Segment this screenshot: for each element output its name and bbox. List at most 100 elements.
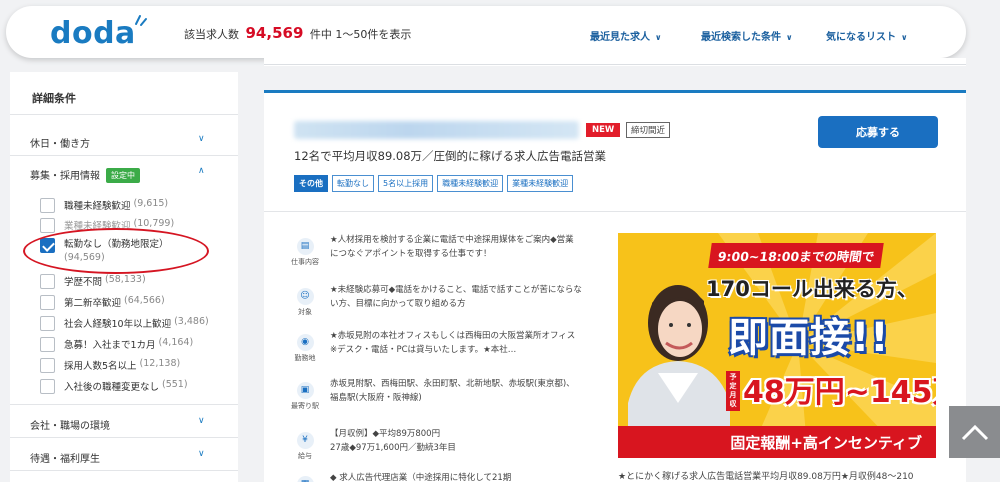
option-second-graduate[interactable]: 第二新卒歓迎 (64,566) (40, 295, 165, 310)
option-5plus-hires[interactable]: 採用人数5名以上 (12,138) (40, 358, 180, 373)
nav-recent-jobs[interactable]: 最近見た求人 ∨ (590, 28, 662, 43)
tag: 5名以上採用 (378, 175, 434, 192)
option-no-education[interactable]: 学歴不問 (58,133) (40, 274, 146, 289)
tag-list: その他 転勤なし 5名以上採用 職種未経験歓迎 業種未経験歓迎 (294, 175, 574, 192)
salary-label: 予定月収 (726, 371, 740, 411)
chevron-down-icon: ∨ (786, 33, 793, 42)
count-suffix: 件中 1～50件を表示 (309, 28, 412, 41)
divider (264, 211, 966, 212)
detail-text: 赤坂見附駅、西梅田駅、永田町駅、北新地駅、赤坂駅(東京都)、福島駅(大阪府・阪神… (330, 379, 575, 403)
option-label: 第二新卒歓迎 (64, 298, 122, 309)
option-10yr-experience[interactable]: 社会人経験10年以上歓迎 (3,486) (40, 316, 209, 331)
divider (10, 404, 238, 405)
apply-button[interactable]: 応募する (818, 116, 938, 148)
section-holidays[interactable]: 休日・働き方 (30, 135, 90, 150)
divider (10, 437, 238, 438)
tag: 業種未経験歓迎 (507, 175, 574, 192)
checkbox[interactable] (40, 295, 55, 310)
section-environment[interactable]: 会社・職場の環境 (30, 417, 110, 432)
filter-sidebar: 詳細条件 休日・働き方 ∨ 募集・採用情報 設定中 ∧ 職種未経験歓迎 (9,615… (10, 72, 238, 482)
checkbox[interactable] (40, 358, 55, 373)
checkbox[interactable] (40, 198, 55, 213)
option-count: (58,133) (105, 274, 146, 285)
checkbox[interactable] (40, 316, 55, 331)
back-to-top-button[interactable] (949, 406, 1000, 458)
checkbox[interactable] (40, 218, 55, 233)
section-recruit-label: 募集・採用情報 (30, 171, 100, 182)
job-card: NEW 締切間近 応募する 12名で平均月収89.08万／圧倒的に稼げる求人広告… (264, 90, 966, 482)
checkbox[interactable] (40, 337, 55, 352)
highlight-annotation (23, 228, 209, 274)
person-icon: ☺ (296, 288, 314, 305)
job-banner-image[interactable]: 9:00~18:00までの時間で 170コール出来る方、 即面接!! 予定月収 … (618, 233, 936, 458)
detail-text: ◆ 求人広告代理店業（中途採用に特化して21期 (330, 473, 512, 482)
new-badge: NEW (586, 123, 621, 137)
nav-recent-jobs-label: 最近見た求人 (590, 32, 650, 43)
count-prefix: 該当求人数 (184, 28, 239, 41)
checkbox[interactable] (40, 274, 55, 289)
banner-headline: 9:00~18:00までの時間で (708, 243, 885, 268)
doda-logo[interactable]: doda (50, 16, 136, 51)
chevron-down-icon[interactable]: ∨ (198, 416, 205, 426)
option-label: 学歴不問 (64, 277, 103, 288)
option-count: (3,486) (174, 316, 209, 327)
result-count: 該当求人数 94,569 件中 1～50件を表示 (184, 24, 411, 42)
divider (10, 114, 238, 115)
job-title[interactable]: 12名で平均月収89.08万／圧倒的に稼げる求人広告電話営業 (294, 148, 606, 164)
briefcase-icon: ▤ (296, 238, 314, 255)
option-count: (64,566) (124, 295, 165, 306)
nav-favorites-label: 気になるリスト (826, 32, 896, 43)
banner-subhead: 170コール出来る方、 (706, 277, 918, 301)
detail-label: 給与 (298, 452, 312, 460)
nav-recent-searches[interactable]: 最近検索した条件 ∨ (701, 28, 793, 43)
sidebar-title: 詳細条件 (32, 92, 76, 105)
company-name-blurred[interactable] (294, 121, 579, 139)
detail-label: 勤務地 (294, 354, 316, 362)
detail-text: ★赤坂見附の本社オフィスもしくは西梅田の大阪営業所オフィス※デスク・電話・PCは… (330, 331, 576, 355)
chevron-down-icon[interactable]: ∨ (198, 134, 205, 144)
option-label: 職種未経験歓迎 (64, 201, 131, 212)
section-recruit[interactable]: 募集・採用情報 設定中 (30, 167, 140, 183)
yen-icon: ¥ (296, 432, 314, 449)
chevron-down-icon: ∨ (901, 33, 908, 42)
checkbox[interactable] (40, 379, 55, 394)
option-count: (551) (162, 379, 188, 390)
option-job-inexperienced[interactable]: 職種未経験歓迎 (9,615) (40, 198, 168, 213)
divider (10, 470, 238, 471)
divider (10, 155, 238, 156)
section-benefits[interactable]: 待遇・福利厚生 (30, 450, 100, 465)
banner-salary: 予定月収 48万円~145万円 (726, 367, 936, 411)
banner-catchphrase: 即面接!! (728, 315, 890, 361)
option-count: (10,799) (133, 218, 175, 229)
option-urgent[interactable]: 急募！入社まで1カ月 (4,164) (40, 337, 193, 352)
detail-text: ★人材採用を検討する企業に電話で中途採用媒体をご案内◆営業につなぐアポイントを取… (330, 235, 574, 259)
detail-text: ★未経験応募可◆電話をかけること、電話で話すことが苦にならない方、目標に向かって… (330, 285, 582, 309)
option-label: 急募！入社まで1カ月 (64, 340, 156, 351)
count-value: 94,569 (245, 24, 304, 42)
option-label: 入社後の職種変更なし (64, 382, 160, 393)
salary-range: 48万円~145万円 (743, 375, 936, 410)
detail-label: 対象 (298, 308, 312, 316)
deadline-badge: 締切間近 (626, 122, 671, 138)
option-count: (4,164) (158, 337, 194, 348)
chevron-down-icon: ∨ (655, 33, 662, 42)
location-icon: ◉ (296, 334, 314, 351)
option-no-job-change[interactable]: 入社後の職種変更なし (551) (40, 379, 188, 394)
option-count: (12,138) (139, 358, 181, 369)
banner-footer: 固定報酬+高インセンティブ (618, 426, 936, 458)
option-label: 採用人数5名以上 (64, 361, 137, 372)
active-badge: 設定中 (106, 168, 140, 183)
tag: その他 (294, 175, 328, 192)
detail-label: 仕事内容 (291, 258, 319, 266)
option-count: (9,615) (133, 198, 169, 209)
tag: 職種未経験歓迎 (437, 175, 504, 192)
option-label: 社会人経験10年以上歓迎 (64, 319, 172, 330)
tag: 転勤なし (332, 175, 374, 192)
chevron-up-icon[interactable]: ∧ (198, 166, 205, 176)
nav-favorites[interactable]: 気になるリスト ∨ (826, 28, 908, 43)
building-icon: ▦ (296, 476, 314, 482)
detail-label: 最寄り駅 (291, 402, 319, 410)
chevron-down-icon[interactable]: ∨ (198, 449, 205, 459)
banner-caption: ★とにかく稼げる求人広告電話営業平均月収89.08万円★月収例48～210 (618, 472, 914, 482)
divider (264, 64, 966, 65)
